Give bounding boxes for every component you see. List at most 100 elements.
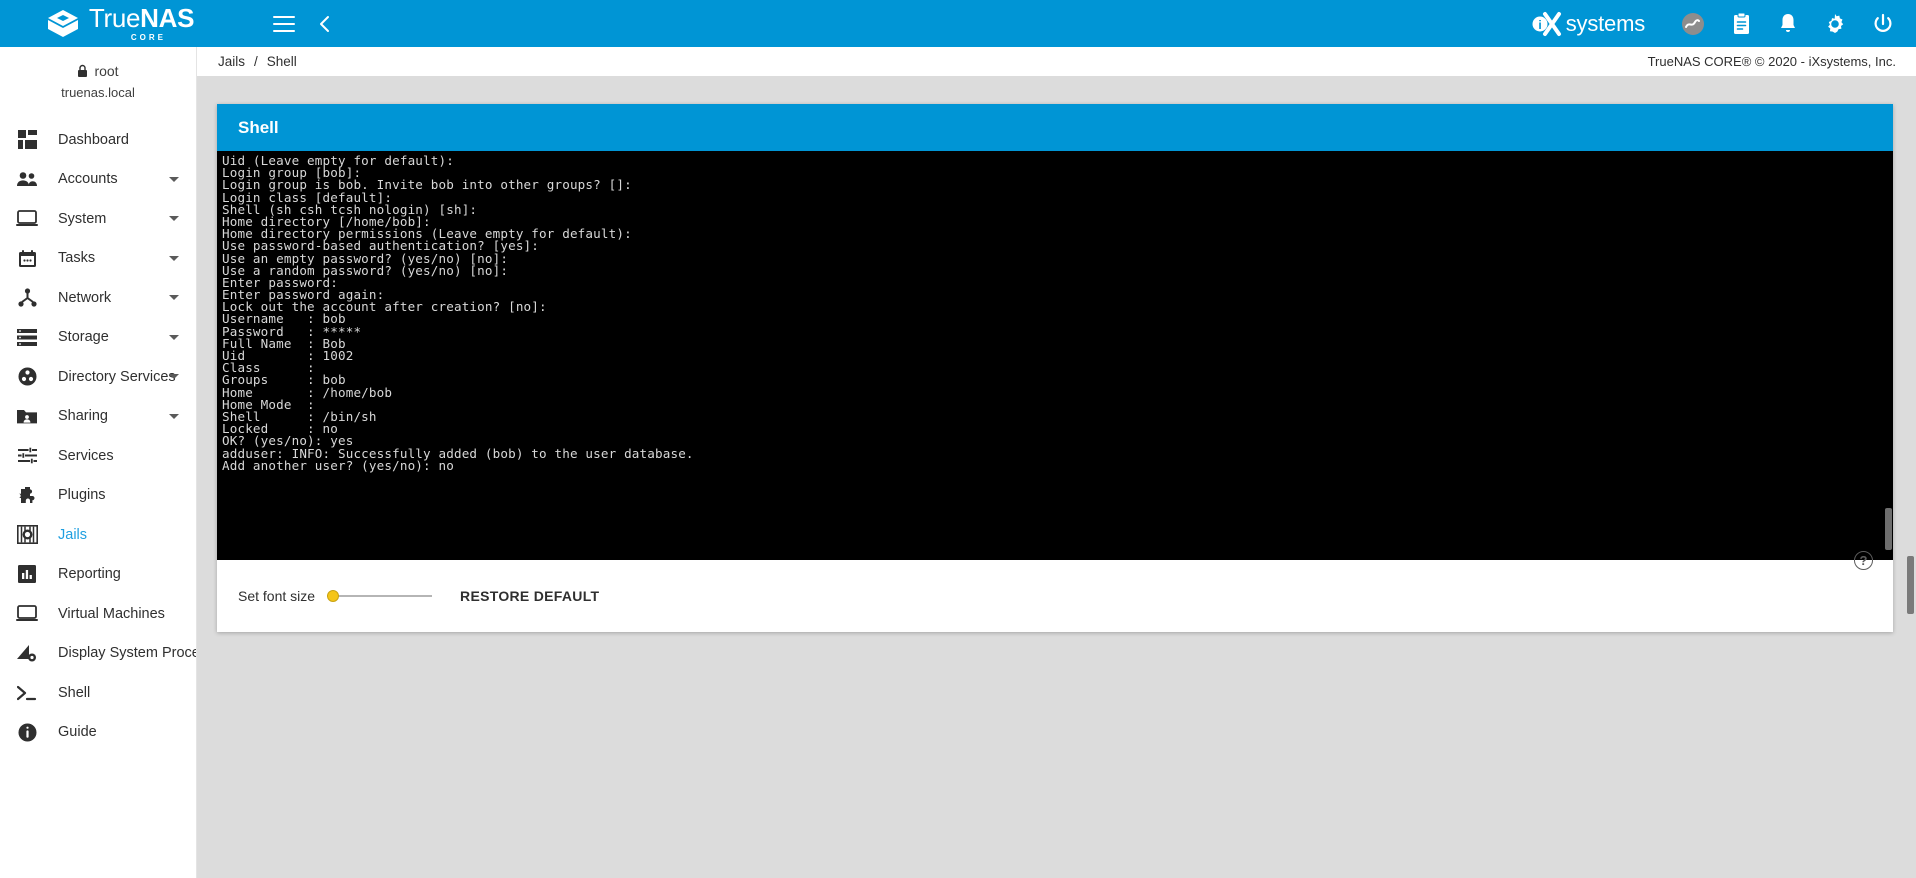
chevron-left-icon[interactable] [317,15,333,33]
sidebar-label: Guide [58,724,97,741]
dashboard-icon [12,128,42,152]
sidebar-item-storage[interactable]: Storage [0,318,196,358]
terminal-line: Shell : /bin/sh [222,408,377,424]
breadcrumb-item-jails[interactable]: Jails [218,54,245,69]
sidebar-label: Sharing [58,408,108,425]
clipboard-tasks-icon[interactable] [1731,12,1752,36]
chevron-down-icon[interactable] [169,255,179,261]
terminal-scrollbar[interactable] [1884,151,1893,560]
shell-prompt-icon [12,681,42,705]
brand-true-text: True [88,3,141,33]
slider-thumb[interactable] [327,590,340,602]
truenas-status-icon[interactable] [1681,12,1705,36]
virtual-machines-icon [12,602,42,626]
page-content-area: Shell Uid (Leave empty for default): Logi… [197,76,1916,878]
sidebar-item-virtual-machines[interactable]: Virtual Machines [0,594,196,634]
page-title: Shell [238,117,279,137]
sidebar-label: Plugins [58,487,106,504]
breadcrumb-item-shell[interactable]: Shell [267,54,297,69]
terminal-line: Password : ***** [222,323,362,339]
system-monitor-icon [12,207,42,231]
terminal-line: Full Name : Bob [222,335,346,351]
topbar-right-actions: i systems [1532,11,1916,37]
hamburger-menu-icon[interactable] [273,15,295,32]
services-sliders-icon [12,444,42,468]
sidebar-label: Network [58,289,112,306]
shell-card: Shell Uid (Leave empty for default): Logi… [217,104,1893,632]
sidebar-item-accounts[interactable]: Accounts [0,160,196,200]
sidebar-label: System [58,210,107,227]
sidebar-item-network[interactable]: Network [0,278,196,318]
slider-track [327,595,433,597]
network-icon [12,286,42,310]
terminal-line: Lock out the account after creation? [no… [222,299,547,315]
shell-footer-toolbar: Set font size RESTORE DEFAULT ? [217,551,1893,632]
sidebar-item-services[interactable]: Services [0,436,196,476]
terminal-line: Use a random password? (yes/no) [no]: [222,262,509,278]
brand-nas-text: NAS [140,3,195,33]
chevron-down-icon[interactable] [169,374,179,380]
terminal-scrollbar-thumb[interactable] [1885,508,1892,550]
terminal-line: Username : bob [222,311,346,327]
sidebar-item-sharing[interactable]: Sharing [0,397,196,437]
truenas-cube-icon [47,9,78,37]
sidebar-item-tasks[interactable]: Tasks [0,239,196,279]
help-icon[interactable]: ? [1854,551,1873,570]
ixsystems-mark-icon: i [1532,11,1561,36]
chevron-down-icon[interactable] [169,413,179,419]
chevron-down-icon[interactable] [169,295,179,301]
terminal-line: Home Mode : [222,396,315,412]
terminal-line: Enter password: [222,274,338,290]
sidebar-item-dashboard[interactable]: Dashboard [0,120,196,160]
chevron-down-icon[interactable] [169,334,179,340]
lock-icon [78,64,88,77]
truenas-brand-logo[interactable]: TrueNAS CORE [0,0,240,47]
terminal-line: Groups : bob [222,372,346,388]
settings-gear-icon[interactable] [1824,13,1846,35]
reporting-chart-icon [12,562,42,586]
sidebar-item-directory-services[interactable]: Directory Services [0,357,196,397]
brand-core-text: CORE [130,33,166,42]
terminal-line: Uid : 1002 [222,348,354,363]
sidebar-item-plugins[interactable]: Plugins [0,476,196,516]
font-size-label: Set font size [238,588,316,604]
sidebar-item-jails[interactable]: Jails [0,515,196,555]
terminal-line: Uid (Leave empty for default): [222,153,454,168]
top-navigation-bar: TrueNAS CORE i systems [0,0,1916,47]
sidebar-label: Shell [58,684,91,701]
page-scrollbar-thumb[interactable] [1907,556,1914,614]
shell-card-header: Shell [217,104,1893,151]
sidebar-hostname: truenas.local [61,85,135,100]
jails-icon [12,523,42,547]
copyright-text: TrueNAS CORE® © 2020 - iXsystems, Inc. [1647,54,1896,69]
power-icon[interactable] [1872,13,1894,35]
sidebar-label: Accounts [58,171,118,188]
sidebar-item-display-system-processes[interactable]: Display System Processes [0,634,196,674]
sidebar-label: Storage [58,329,109,346]
font-size-slider[interactable] [327,587,433,605]
terminal-line: Home : /home/bob [222,384,393,400]
sidebar-item-shell[interactable]: Shell [0,673,196,713]
sidebar-item-guide[interactable]: Guide [0,713,196,753]
chevron-down-icon[interactable] [169,216,179,222]
terminal-line: Add another user? (yes/no): no [222,457,454,473]
directory-services-icon [12,365,42,389]
sidebar-label: Dashboard [58,131,129,148]
sharing-folder-icon [12,404,42,428]
breadcrumb: Jails / Shell TrueNAS CORE® © 2020 - iXs… [197,47,1916,76]
restore-default-button[interactable]: RESTORE DEFAULT [450,580,609,612]
terminal-line: Shell (sh csh tcsh nologin) [sh]: [222,201,478,217]
sidebar-label: Services [58,447,114,464]
accounts-people-icon [12,167,42,191]
notifications-bell-icon[interactable] [1778,12,1798,36]
guide-info-icon [12,720,42,744]
chevron-down-icon[interactable] [169,176,179,182]
terminal-output[interactable]: Uid (Leave empty for default): Login grou… [217,151,1893,560]
sidebar-user-block: root truenas.local [0,47,196,110]
storage-disks-icon [12,325,42,349]
sidebar-item-system[interactable]: System [0,199,196,239]
sidebar-item-reporting[interactable]: Reporting [0,555,196,595]
sidebar-label: Tasks [58,250,96,267]
terminal-container[interactable]: Uid (Leave empty for default): Login grou… [217,151,1893,560]
ixsystems-wordmark: systems [1565,10,1645,36]
